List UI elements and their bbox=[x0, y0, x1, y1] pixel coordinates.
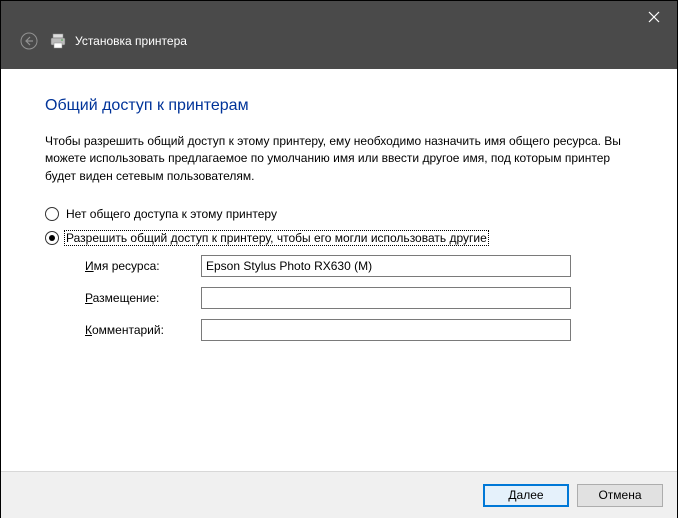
field-comment: Комментарий: bbox=[45, 319, 633, 341]
radio-no-sharing[interactable]: Нет общего доступа к этому принтеру bbox=[45, 207, 633, 221]
input-location[interactable] bbox=[201, 287, 571, 309]
field-location: Размещение: bbox=[45, 287, 633, 309]
label-share-name: Имя ресурса: bbox=[85, 259, 201, 273]
description-text: Чтобы разрешить общий доступ к этому при… bbox=[45, 133, 633, 185]
radio-label: Нет общего доступа к этому принтеру bbox=[65, 207, 278, 221]
back-button bbox=[17, 29, 41, 53]
close-icon bbox=[648, 11, 660, 23]
label-comment: Комментарий: bbox=[85, 323, 201, 337]
printer-icon bbox=[49, 32, 67, 50]
radio-icon bbox=[45, 207, 59, 221]
dialog-content: Общий доступ к принтерам Чтобы разрешить… bbox=[1, 69, 677, 341]
field-share-name: Имя ресурса: bbox=[45, 255, 633, 277]
page-heading: Общий доступ к принтерам bbox=[45, 97, 633, 115]
next-button[interactable]: Далее bbox=[483, 484, 569, 507]
input-comment[interactable] bbox=[201, 319, 571, 341]
header-title: Установка принтера bbox=[75, 34, 187, 48]
back-arrow-icon bbox=[20, 32, 38, 50]
dialog-footer: Далее Отмена bbox=[1, 471, 677, 518]
radio-icon bbox=[45, 231, 59, 245]
label-location: Размещение: bbox=[85, 291, 201, 305]
input-share-name[interactable] bbox=[201, 255, 571, 277]
dialog-header: Установка принтера bbox=[1, 1, 677, 69]
radio-allow-sharing[interactable]: Разрешить общий доступ к принтеру, чтобы… bbox=[45, 231, 633, 245]
radio-label: Разрешить общий доступ к принтеру, чтобы… bbox=[65, 231, 488, 245]
cancel-button[interactable]: Отмена bbox=[577, 484, 663, 507]
close-button[interactable] bbox=[631, 1, 677, 33]
